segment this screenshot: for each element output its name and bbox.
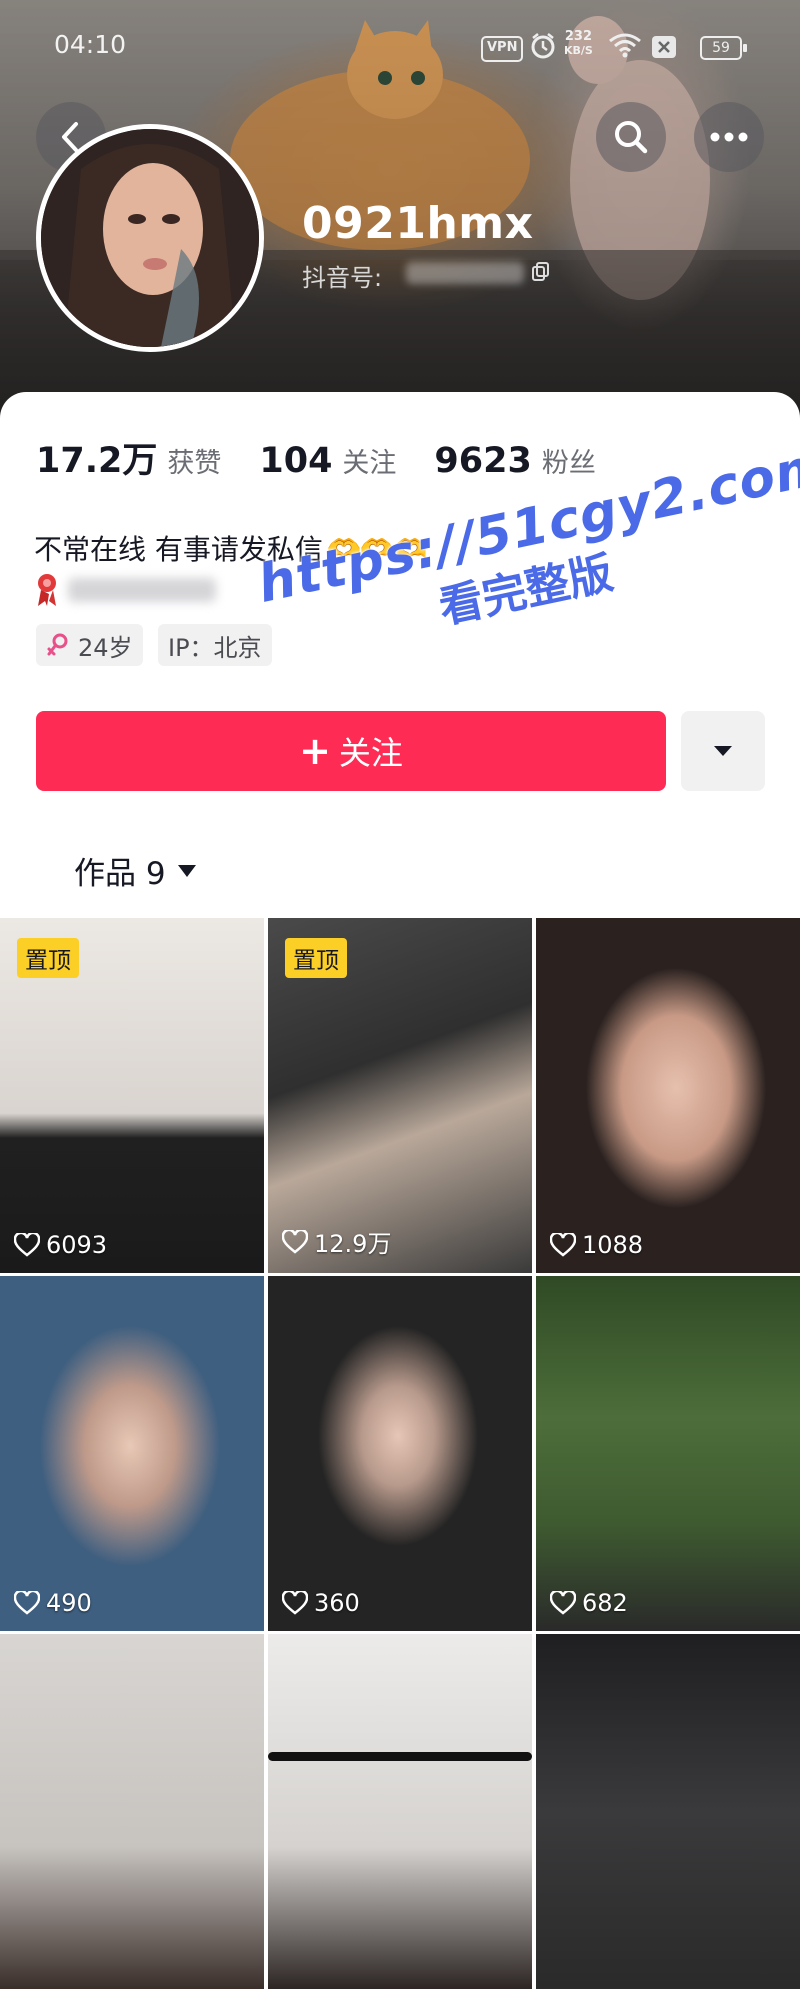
followers-label: 粉丝 [541, 448, 596, 479]
heart-icon [550, 1233, 576, 1257]
search-icon [615, 121, 648, 154]
sim-off-icon [652, 36, 676, 58]
follow-button-label: 关注 [338, 734, 403, 772]
female-icon [47, 633, 68, 656]
video-like-count: 6093 [14, 1231, 107, 1259]
video-like-count: 490 [14, 1589, 92, 1617]
video-tile[interactable]: 1088 [536, 918, 800, 1273]
pinned-badge: 置顶 [17, 938, 79, 978]
network-speed-unit: KB/S [564, 44, 593, 57]
age-text: 24岁 [78, 633, 133, 662]
douyin-id-label: 抖音号: [302, 264, 383, 292]
home-indicator[interactable] [268, 1752, 532, 1761]
alarm-icon [530, 32, 556, 64]
wifi-icon [608, 32, 642, 62]
heart-icon [14, 1591, 40, 1615]
tab-works-label: 作品 9 [74, 856, 166, 892]
likes-count[interactable]: 17.2万 [36, 432, 157, 483]
douyin-id-value-blurred [406, 262, 524, 284]
video-tile[interactable]: 置顶 12.9万 [268, 918, 532, 1273]
likes-label: 获赞 [167, 448, 222, 479]
caret-down-icon [177, 864, 196, 877]
heart-icon [14, 1233, 40, 1257]
like-count-text: 360 [314, 1589, 360, 1617]
following-count[interactable]: 104 [259, 441, 332, 481]
like-count-text: 682 [582, 1589, 628, 1617]
video-tile[interactable] [268, 1634, 532, 1989]
heart-icon [282, 1229, 308, 1254]
copy-icon[interactable] [532, 262, 550, 282]
video-like-count: 682 [550, 1589, 628, 1617]
avatar[interactable] [36, 124, 264, 352]
vpn-badge: VPN [481, 36, 524, 62]
ribbon-icon [38, 574, 56, 606]
pinned-badge: 置顶 [285, 938, 347, 978]
like-count-text: 490 [46, 1589, 92, 1617]
video-like-count: 1088 [550, 1231, 643, 1259]
search-button[interactable] [596, 102, 666, 172]
video-grid: 置顶 6093 置顶 12.9万 1088 490 360 682 [0, 918, 800, 1989]
like-count-text: 12.9万 [314, 1230, 392, 1258]
followers-count[interactable]: 9623 [434, 441, 531, 481]
video-tile[interactable]: 360 [268, 1276, 532, 1631]
more-options-button[interactable] [694, 102, 764, 172]
like-count-text: 1088 [582, 1231, 644, 1259]
heart-icon [550, 1591, 576, 1615]
video-tile[interactable] [0, 1634, 264, 1989]
ip-tag: IP：北京 [158, 624, 272, 666]
follow-button[interactable]: + 关注 [36, 711, 666, 791]
status-bar: 04:10 VPN 232 KB/S 59 [0, 0, 800, 90]
username: 0921hmx [302, 198, 534, 249]
recommend-dropdown-button[interactable] [681, 711, 765, 791]
avatar-image [41, 129, 259, 347]
video-like-count: 360 [282, 1589, 360, 1617]
video-tile[interactable] [536, 1634, 800, 1989]
video-tile[interactable]: 682 [536, 1276, 800, 1631]
more-dots-icon [710, 132, 748, 142]
network-speed-value: 232 [564, 29, 592, 44]
video-tile[interactable]: 490 [0, 1276, 264, 1631]
profile-stats: 17.2万 获赞 104 关注 9623 粉丝 [36, 432, 634, 483]
caret-down-icon [714, 746, 732, 756]
tab-works[interactable]: 作品 9 [74, 848, 196, 893]
following-label: 关注 [342, 448, 397, 479]
bio-contact-blurred [68, 578, 216, 602]
age-tag: 24岁 [36, 624, 143, 666]
video-like-count: 12.9万 [282, 1224, 391, 1259]
bio-contact-line [34, 572, 216, 608]
battery-indicator: 59 [700, 36, 747, 60]
heart-icon [282, 1591, 308, 1615]
plus-icon: + [299, 729, 331, 773]
status-time: 04:10 [54, 30, 127, 59]
video-tile[interactable]: 置顶 6093 [0, 918, 264, 1273]
network-speed: 232 KB/S [564, 30, 593, 58]
like-count-text: 6093 [46, 1231, 108, 1259]
